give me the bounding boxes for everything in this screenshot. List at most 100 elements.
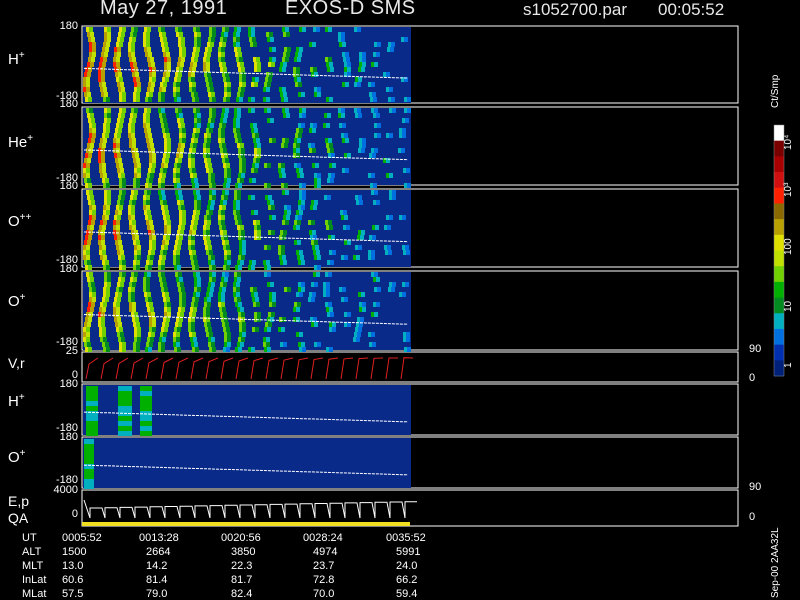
spectrogram-cell [194,138,198,143]
spectrogram-cell [88,183,92,188]
spectrogram-cell [220,37,223,42]
spectrogram-cell [176,168,180,173]
spectrogram-cell [233,287,236,292]
spectrogram-cell [212,190,216,195]
spectrogram-cell [374,312,378,317]
spectrogram-cell [106,205,110,210]
spectrogram-cell [116,123,119,128]
spectrogram-cell [194,113,197,118]
spectrogram-cell [176,32,179,37]
spectrogram-cell [88,317,92,322]
spectrogram-cell [203,225,206,230]
spectrogram-cell [239,327,242,332]
spectrogram-cell [225,240,229,245]
spectrogram-cell [267,347,271,352]
spectrogram-cell [104,282,107,287]
spectrogram-cell [158,27,161,32]
spectrogram-cell [84,479,94,484]
spectrogram-cell [136,158,140,163]
spectrogram-cell [225,272,229,277]
eph-label-mlt: MLT [22,560,44,572]
spectrogram-cell [120,282,124,287]
spectrogram-cell [249,260,252,265]
colorbar-tick-1: 1 [783,362,794,368]
spectrogram-cell [195,297,199,302]
panel-label-vr: V,r [8,355,25,371]
spectrogram-cell [405,245,409,250]
spectrogram-cell [149,72,152,77]
spectrogram-cell [158,190,161,195]
spectrogram-cell [167,312,171,317]
spectrogram-cell [236,97,239,102]
spectrogram-cell [209,32,212,37]
spectrogram-cell [238,67,241,72]
spectrogram-cell [266,87,270,92]
spectrogram-cell [144,128,147,133]
spectrogram-cell [102,225,106,230]
spectrogram-cell [178,27,182,32]
spectrogram-cell [150,255,154,260]
spectrogram-cell [355,327,358,332]
spectrogram-cell [296,153,300,158]
spectrogram-cell [106,347,110,352]
spectrogram-cell [252,163,255,168]
spectrogram-cell [254,230,257,235]
spectrogram-cell [211,282,215,287]
spectrogram-cell [208,282,211,287]
spectrogram-cell [237,133,241,138]
spectrogram-cell [203,67,206,72]
spectrogram-cell [175,158,178,163]
spectrogram-cell [299,347,302,352]
eph-c4-mlt: 24.0 [396,560,418,572]
spectrogram-cell [298,215,302,220]
spectrogram-cell [317,255,321,260]
spectrogram-cell [92,210,96,215]
spectrogram-cell [115,72,118,77]
spectrogram-cell [326,97,329,102]
spectrogram-cell [84,439,94,444]
spectrogram-cell [99,163,102,168]
spectrogram-cell [147,307,150,312]
spectrogram-cell [211,255,215,260]
spectrogram-cell [302,190,306,195]
spectrogram-cell [278,163,281,168]
spectrogram-cell [118,173,121,178]
spectrogram-cell [271,312,275,317]
panel-label-h-plus-2: H+ [8,392,25,410]
spectrogram-cell [204,220,207,225]
spectrogram-cell [329,97,333,102]
panel-frame-4 [81,351,739,383]
spectrogram-cell [206,292,209,297]
spectrogram-cell [164,245,168,250]
spectrogram-cell [147,27,151,32]
spectrogram-cell [178,307,181,312]
spectrogram-cell [220,312,223,317]
spectrogram-cell [219,205,222,210]
spectrogram-cell [164,123,168,128]
spectrogram-cell [85,347,88,352]
spectrogram-cell [203,312,206,317]
spectrogram-cell [209,128,213,133]
spectrogram-cell [83,77,86,82]
colorbar-cell [774,281,784,299]
spectrogram-cell [118,128,122,133]
spectrogram-cell [115,128,118,133]
spectrogram-cell [83,250,86,255]
spectrogram-cell [87,307,90,312]
spectrogram-cell [83,327,86,332]
spectrogram-cell [106,183,110,188]
spectrogram-cell [133,32,137,37]
spectrogram-cell [180,118,184,123]
spectrogram-cell [281,245,285,250]
spectrogram-cell [152,158,156,163]
spectrogram-cell [136,347,140,352]
spectrogram-cell [119,327,123,332]
spectrogram-cell [233,210,236,215]
spectrogram-cell [221,220,225,225]
spectrogram-cell [101,92,104,97]
spectrogram-cell [209,82,213,87]
spectrogram-cell [116,62,120,67]
spectrogram-cell [327,67,330,72]
spectrogram-cell [84,92,87,97]
spectrogram-cell [257,148,261,153]
